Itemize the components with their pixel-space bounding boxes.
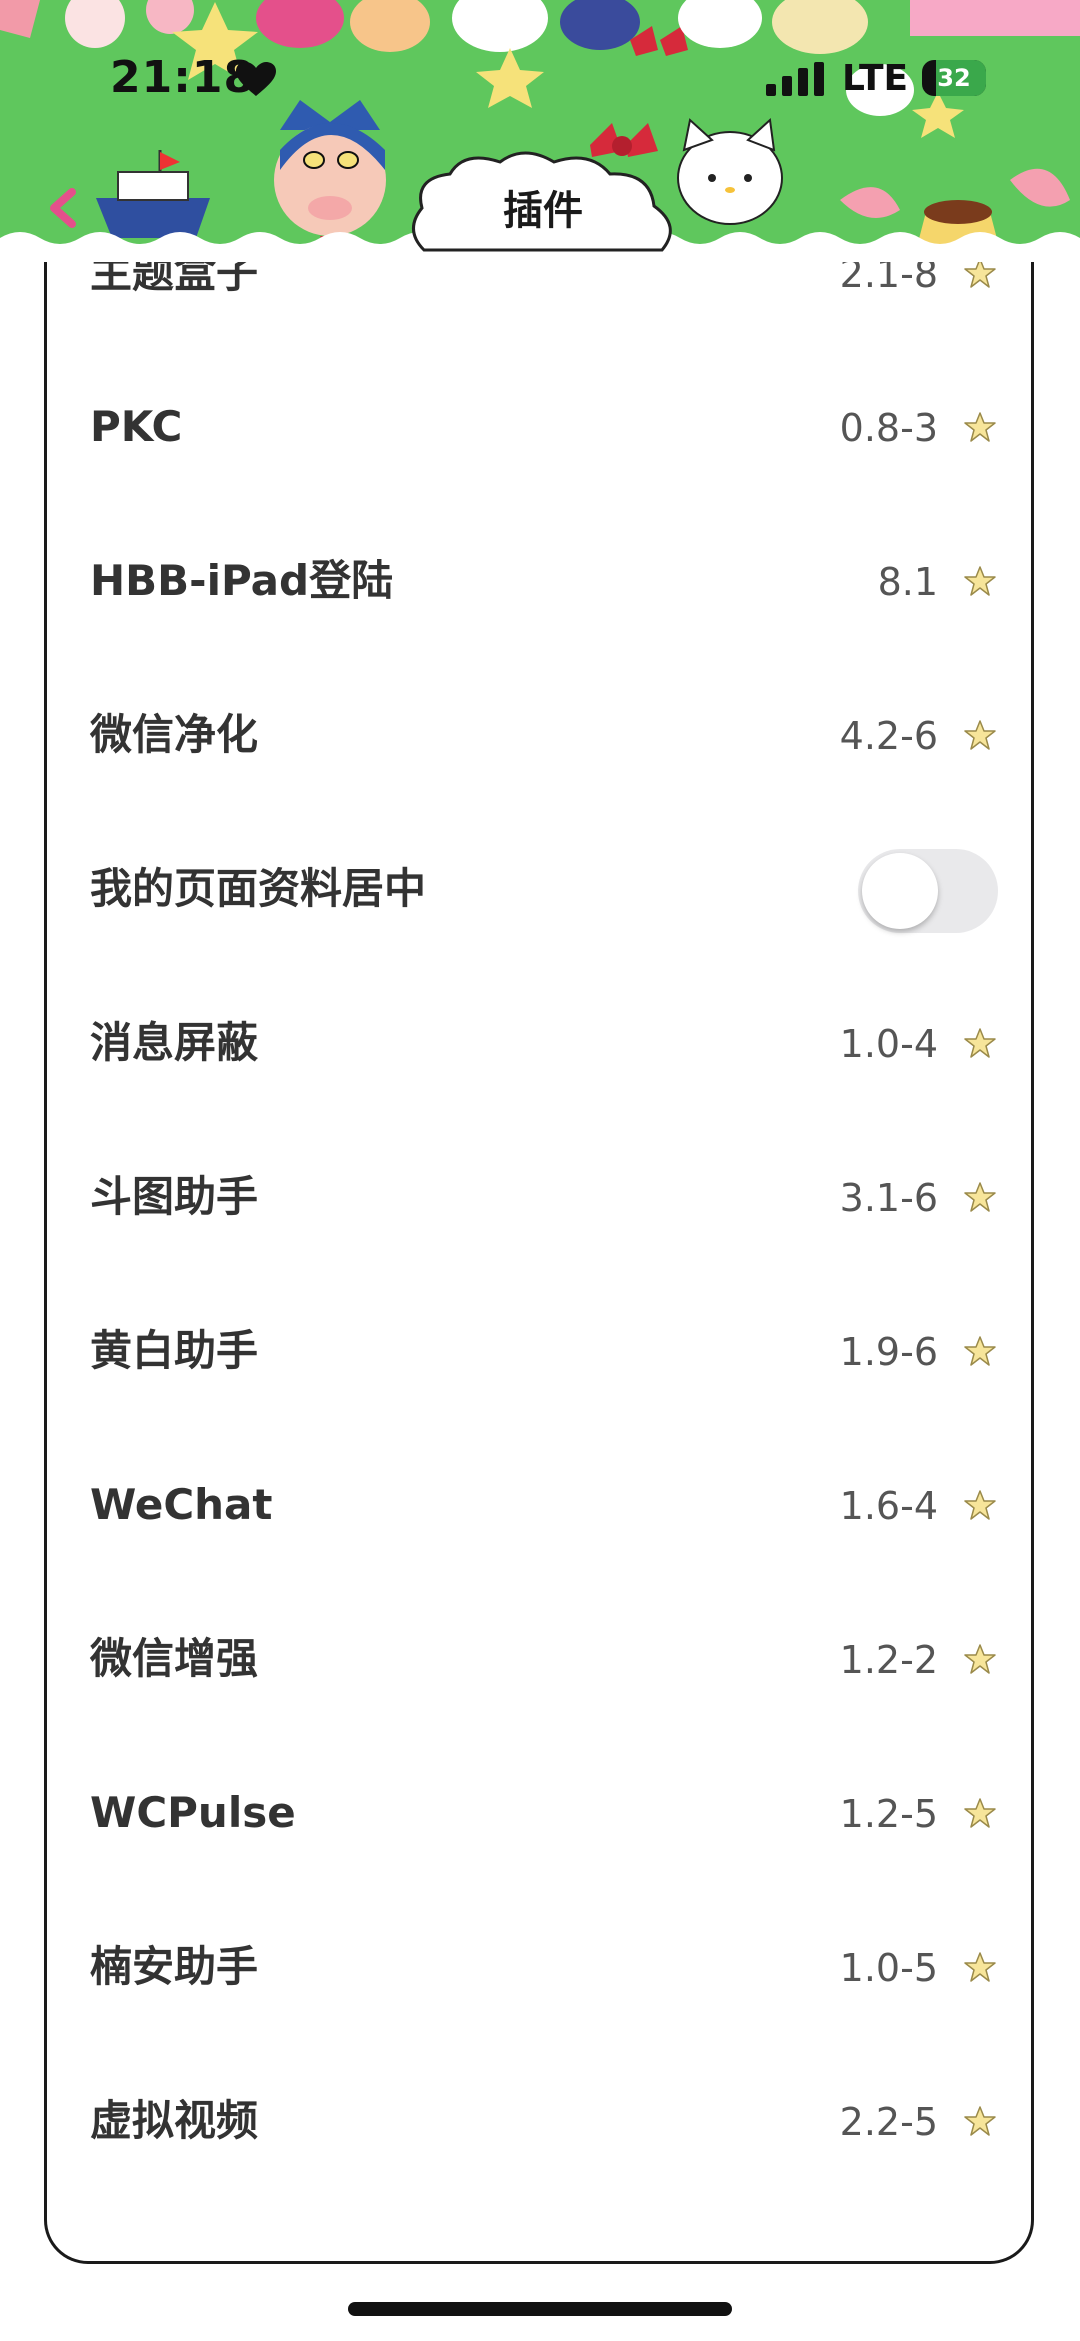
header-banner: 21:18 LTE 32 插件 — [0, 0, 1080, 262]
plugin-version: 1.9-6 — [839, 1330, 938, 1374]
heart-icon — [236, 62, 276, 96]
plugin-version: 1.2-2 — [839, 1638, 938, 1682]
plugin-name: 虚拟视频 — [90, 2096, 259, 2145]
star-icon — [964, 1490, 996, 1520]
plugin-list: 主题盒子 2.1-8 PKC 0.8-3 HBB-iPad登陆 8.1 微信净化… — [44, 248, 1034, 2275]
plugin-name: 斗图助手 — [90, 1172, 259, 1221]
cellular-signal-icon — [766, 62, 824, 96]
plugin-name: HBB-iPad登陆 — [90, 556, 394, 605]
status-bar: 21:18 LTE 32 — [0, 0, 1080, 150]
plugin-name: 微信净化 — [90, 710, 259, 759]
chevron-left-icon[interactable] — [38, 180, 88, 236]
star-icon — [964, 2106, 996, 2136]
network-type: LTE — [842, 58, 909, 99]
plugin-name: 消息屏蔽 — [90, 1018, 259, 1067]
battery-indicator: 32 — [922, 60, 986, 96]
center-profile-toggle[interactable] — [858, 849, 998, 933]
home-indicator[interactable] — [348, 2302, 732, 2316]
plugin-name: WeChat — [90, 1480, 273, 1529]
plugin-name: 楠安助手 — [90, 1942, 259, 1991]
star-icon — [964, 1182, 996, 1212]
plugin-version: 2.2-5 — [839, 2100, 938, 2144]
plugin-version: 4.2-6 — [839, 714, 938, 758]
star-icon — [964, 412, 996, 442]
plugin-version: 1.6-4 — [839, 1484, 938, 1528]
page-title: 插件 — [503, 188, 583, 234]
battery-level: 32 — [937, 64, 971, 92]
star-icon — [964, 1644, 996, 1674]
star-icon — [964, 720, 996, 750]
star-icon — [964, 566, 996, 596]
star-icon — [964, 1336, 996, 1366]
status-time: 21:18 — [110, 52, 256, 103]
plugin-version: 3.1-6 — [839, 1176, 938, 1220]
plugin-name: WCPulse — [90, 1788, 296, 1837]
toggle-knob — [862, 853, 938, 929]
plugin-name: 微信增强 — [90, 1634, 259, 1683]
plugin-version: 0.8-3 — [839, 406, 938, 450]
plugin-name: PKC — [90, 402, 183, 451]
list-item[interactable]: 虚拟视频 2.2-5 — [44, 2096, 1034, 2275]
star-icon — [964, 1028, 996, 1058]
screen: 21:18 LTE 32 插件 主题盒子 2.1-8 PKC 0.8-3 HBB… — [0, 0, 1080, 2341]
plugin-version: 8.1 — [877, 560, 938, 604]
star-icon — [964, 1952, 996, 1982]
plugin-name: 黄白助手 — [90, 1326, 259, 1375]
star-icon — [964, 1798, 996, 1828]
plugin-version: 1.0-4 — [839, 1022, 938, 1066]
plugin-name: 我的页面资料居中 — [90, 864, 427, 913]
plugin-version: 1.2-5 — [839, 1792, 938, 1836]
plugin-version: 1.0-5 — [839, 1946, 938, 1990]
